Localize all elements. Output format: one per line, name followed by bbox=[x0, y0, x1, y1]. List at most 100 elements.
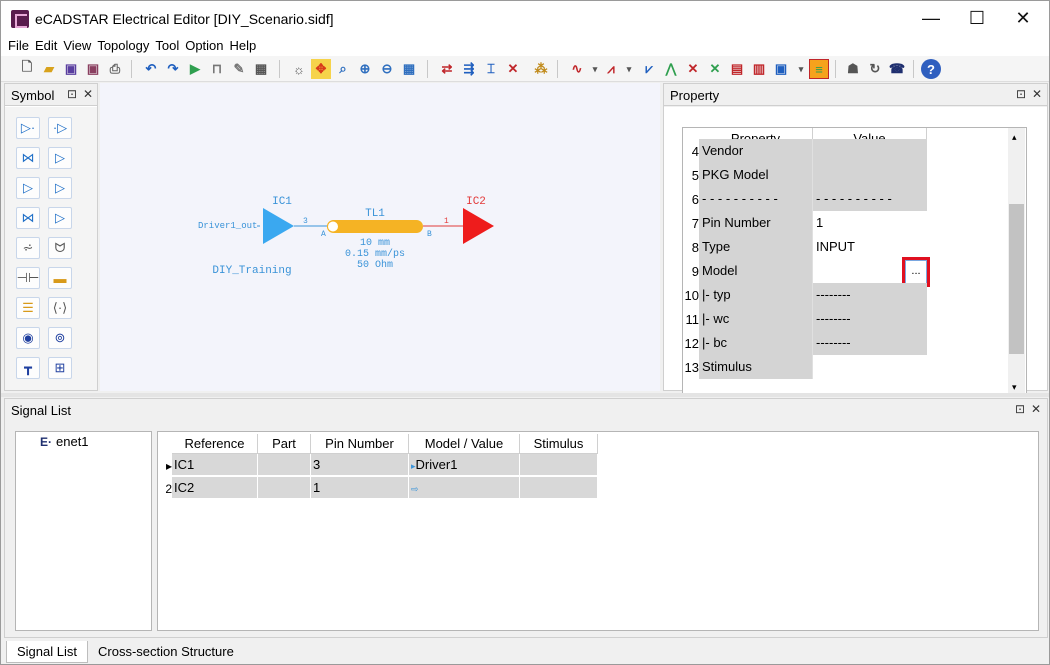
property-value-cell[interactable] bbox=[813, 355, 927, 379]
driver-symbol[interactable] bbox=[263, 208, 294, 244]
table-cell-model[interactable]: ▸Driver1 bbox=[409, 454, 520, 476]
menu-help[interactable]: Help bbox=[227, 36, 260, 56]
xtalk-multi-icon[interactable]: ✕ bbox=[705, 59, 725, 79]
table-cell-part[interactable] bbox=[258, 454, 311, 476]
zoom-out-icon[interactable]: ⊖ bbox=[377, 59, 397, 79]
resistor-symbol-icon[interactable]: ⩫ bbox=[16, 237, 40, 259]
capacitor-symbol-icon[interactable]: ⊣⊢ bbox=[16, 267, 40, 289]
spice-icon[interactable]: ▣ bbox=[771, 59, 791, 79]
plot-options-dropdown-icon[interactable]: ▾ bbox=[619, 59, 639, 79]
phone-icon[interactable]: ☎ bbox=[887, 59, 907, 79]
waveform-icon[interactable]: ⊓ bbox=[207, 59, 227, 79]
tristate-symbol-icon[interactable]: ▷ bbox=[48, 147, 72, 169]
select-icon[interactable]: ☼ bbox=[289, 59, 309, 79]
report-red-icon[interactable]: ▤ bbox=[727, 59, 747, 79]
plot-icon[interactable]: ∿ bbox=[567, 59, 587, 79]
print-icon[interactable]: ⎙ bbox=[105, 59, 125, 79]
export-icon[interactable]: ▥ bbox=[749, 59, 769, 79]
coupled-tline-symbol-icon[interactable]: ☰ bbox=[16, 297, 40, 319]
table-cell-pin[interactable]: 3 bbox=[311, 454, 409, 476]
diff-receiver-symbol-icon[interactable]: ▷ bbox=[48, 177, 72, 199]
matrix-icon[interactable]: ⁂ bbox=[531, 59, 551, 79]
fit-icon[interactable]: ✥ bbox=[311, 59, 331, 79]
diff-driver-symbol-icon[interactable]: ▷ bbox=[16, 177, 40, 199]
menu-option[interactable]: Option bbox=[182, 36, 226, 56]
menu-topology[interactable]: Topology bbox=[94, 36, 152, 56]
panel-splitter[interactable] bbox=[1, 393, 1049, 397]
property-row[interactable]: 9 Model bbox=[683, 259, 1008, 283]
edit-chart-icon[interactable]: ✎ bbox=[229, 59, 249, 79]
pin-icon[interactable]: ⊡ bbox=[1015, 402, 1025, 416]
eye-diagram-icon[interactable]: ⩗ bbox=[639, 59, 659, 79]
save-icon[interactable]: ▣ bbox=[61, 59, 81, 79]
branch-icon[interactable]: ⇶ bbox=[459, 59, 479, 79]
table-cell-part[interactable] bbox=[258, 477, 311, 499]
delete-net-icon[interactable]: ✕ bbox=[503, 59, 523, 79]
spectrum-icon[interactable]: ⋀ bbox=[661, 59, 681, 79]
property-scroll-thumb[interactable] bbox=[1009, 204, 1024, 354]
menu-tool[interactable]: Tool bbox=[152, 36, 182, 56]
property-row[interactable]: 12 |- bc -------- bbox=[683, 331, 1008, 355]
table-cell-reference[interactable]: IC2 bbox=[172, 477, 258, 499]
pin-number-column-header[interactable]: Pin Number bbox=[311, 434, 409, 454]
run-icon[interactable]: ▶ bbox=[185, 59, 205, 79]
schematic-canvas[interactable]: IC1 Driver1_out 3 A TL1 B 1 10 mm 0.15 m… bbox=[100, 83, 660, 391]
sparameter-symbol-icon[interactable]: ⟨·⟩ bbox=[48, 297, 72, 319]
tab-signal-list[interactable]: Signal List bbox=[6, 641, 88, 663]
new-file-icon[interactable]: 🗋 bbox=[17, 59, 37, 79]
property-value-cell[interactable]: 1 bbox=[813, 211, 927, 235]
diff-bidir-symbol-icon[interactable]: ⋈ bbox=[16, 207, 40, 229]
help-icon[interactable]: ? bbox=[921, 59, 941, 79]
crosstalk-icon[interactable]: ✕ bbox=[683, 59, 703, 79]
net-connect-icon[interactable]: ⇄ bbox=[437, 59, 457, 79]
table-cell-model[interactable]: ⇨ bbox=[409, 477, 520, 499]
property-row[interactable]: 4 Vendor bbox=[683, 139, 1008, 163]
property-row[interactable]: 7 Pin Number 1 bbox=[683, 211, 1008, 235]
part-column-header[interactable]: Part bbox=[258, 434, 311, 454]
tree-item-enet1[interactable]: E· enet1 bbox=[40, 434, 89, 449]
close-icon[interactable]: ✕ bbox=[1031, 402, 1041, 416]
tline-symbol[interactable] bbox=[327, 220, 423, 233]
scroll-up-icon[interactable]: ▴ bbox=[1012, 132, 1017, 143]
property-row[interactable]: 8 Type INPUT bbox=[683, 235, 1008, 259]
property-row[interactable]: 5 PKG Model bbox=[683, 163, 1008, 187]
report-icon[interactable]: ▦ bbox=[251, 59, 271, 79]
property-scrollbar[interactable]: ▴ ▾ bbox=[1008, 128, 1025, 396]
pin-icon[interactable]: ⊡ bbox=[67, 87, 77, 101]
tline-symbol-icon[interactable]: ▬ bbox=[48, 267, 72, 289]
spice-dropdown-icon[interactable]: ▾ bbox=[791, 59, 811, 79]
stimulus-column-header[interactable]: Stimulus bbox=[520, 434, 598, 454]
undo-icon[interactable]: ↶ bbox=[141, 59, 161, 79]
scroll-down-icon[interactable]: ▾ bbox=[1012, 382, 1017, 393]
close-icon[interactable]: ✕ bbox=[1032, 87, 1042, 101]
component-icon[interactable]: ☗ bbox=[843, 59, 863, 79]
menu-file[interactable]: File bbox=[5, 36, 32, 56]
tab-cross-section-structure[interactable]: Cross-section Structure bbox=[88, 641, 244, 663]
via-symbol-icon[interactable]: ◉ bbox=[16, 327, 40, 349]
refresh-icon[interactable]: ↻ bbox=[865, 59, 885, 79]
reference-column-header[interactable]: Reference bbox=[172, 434, 258, 454]
driver-symbol-icon[interactable]: ▷· bbox=[16, 117, 40, 139]
property-row[interactable]: 11 |- wc -------- bbox=[683, 307, 1008, 331]
menu-view[interactable]: View bbox=[60, 36, 94, 56]
property-row[interactable]: 10 |- typ -------- bbox=[683, 283, 1008, 307]
pin-icon[interactable]: ⊡ bbox=[1016, 87, 1026, 101]
zoom-area-icon[interactable]: ⌕ bbox=[333, 59, 353, 79]
receiver-symbol-icon[interactable]: ·▷ bbox=[48, 117, 72, 139]
open-folder-icon[interactable]: ▰ bbox=[39, 59, 59, 79]
ground-symbol-icon[interactable]: ┳ bbox=[16, 357, 40, 379]
tline-icon[interactable]: ⌶ bbox=[481, 59, 501, 79]
minimize-button[interactable]: — bbox=[908, 1, 954, 36]
package-symbol-icon[interactable]: ⊞ bbox=[48, 357, 72, 379]
save-as-icon[interactable]: ▣ bbox=[83, 59, 103, 79]
maximize-button[interactable]: ☐ bbox=[954, 1, 1000, 36]
bidir-symbol-icon[interactable]: ⋈ bbox=[16, 147, 40, 169]
layer-stack-icon[interactable]: ≡ bbox=[809, 59, 829, 79]
inductor-symbol-icon[interactable]: ᗢ bbox=[48, 237, 72, 259]
model-value-column-header[interactable]: Model / Value bbox=[409, 434, 520, 454]
table-cell-reference[interactable]: IC1 bbox=[172, 454, 258, 476]
table-cell-stimulus[interactable] bbox=[520, 477, 598, 499]
close-icon[interactable]: ✕ bbox=[83, 87, 93, 101]
menu-edit[interactable]: Edit bbox=[32, 36, 60, 56]
property-row[interactable]: 6- - - - - - - - - -- - - - - - - - - - bbox=[683, 187, 1008, 211]
